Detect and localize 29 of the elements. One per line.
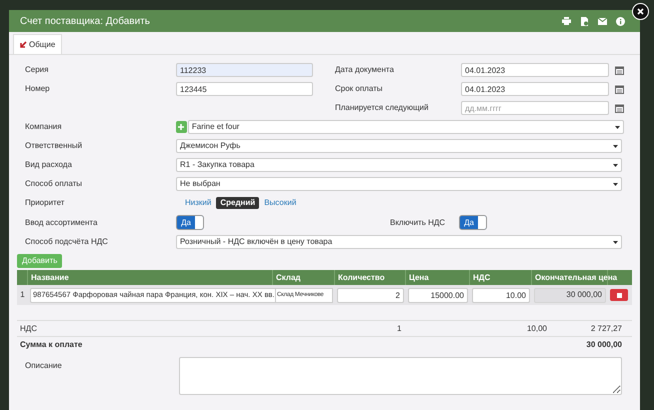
window-title: Счет поставщика: Добавить <box>20 14 150 28</box>
column-header: Окончательная цена <box>535 272 618 284</box>
summary-value: 1 <box>397 322 402 334</box>
field-label: Планируется следующий <box>335 102 430 114</box>
column-header: Цена <box>409 272 429 284</box>
summary-label: НДС <box>19 322 38 334</box>
column-header: НДС <box>473 272 490 284</box>
column-header: Название <box>31 272 69 284</box>
field-label: Описание <box>25 360 63 372</box>
summary-value: 30 000,00 <box>585 339 622 351</box>
field-label: Способ оплаты <box>25 178 84 190</box>
column-header: Количество <box>338 272 385 284</box>
field-label: Способ подсчёта НДС <box>25 236 109 248</box>
summary-value: 10,00 <box>526 322 547 334</box>
field-label: Номер <box>25 83 51 95</box>
field-label: Компания <box>25 121 63 133</box>
column-header: Склад <box>276 272 300 284</box>
field-label: Срок оплаты <box>335 83 384 95</box>
field-label: Ответственный <box>25 140 84 152</box>
field-label: Ввод ассортимента <box>25 216 98 228</box>
readonly-field: 30 000,00 <box>534 288 606 302</box>
row-number: 1 <box>20 289 25 301</box>
field-label: Включить НДС <box>390 216 446 228</box>
summary-value: 2 727,27 <box>590 322 622 334</box>
field-label: Дата документа <box>335 64 395 76</box>
summary-label: Сумма к оплате <box>19 339 84 351</box>
field-label: Серия <box>25 64 50 76</box>
field-label: Вид расхода <box>25 159 73 171</box>
field-label: Приоритет <box>25 197 66 209</box>
